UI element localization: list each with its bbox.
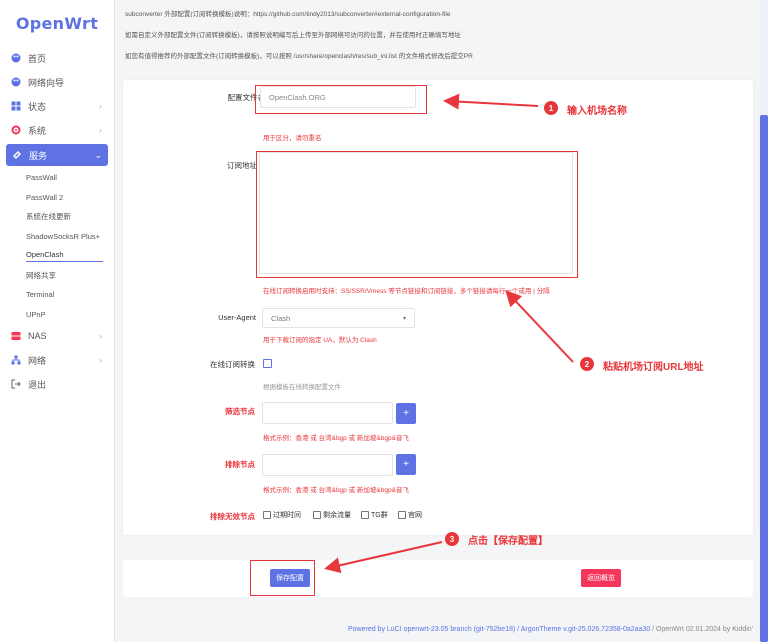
sub-url-label: 订阅地址 <box>227 161 257 170</box>
sidebar-sub-upnp[interactable]: UPnP <box>0 305 114 325</box>
highlight-config-name <box>255 85 427 114</box>
note-line: 如需自定义外部配置文件(订阅转换模板)，请按照说明编写后上传至外部网络可访问的位… <box>125 32 461 39</box>
sidebar-item-nas[interactable]: NAS › <box>0 324 114 348</box>
sidebar-sub-passwall2[interactable]: PassWall 2 <box>0 188 114 208</box>
checkbox[interactable] <box>263 511 271 519</box>
checkbox[interactable] <box>398 511 406 519</box>
exclude-input[interactable] <box>262 454 393 476</box>
online-convert-checkbox[interactable] <box>263 359 272 368</box>
exclude-hint: 格式示例：香港 或 台湾&bgp 或 新加坡&bgp&音飞 <box>263 487 409 494</box>
sidebar: OpenWrt 首页 网络向导 状态 › 系统 › 服务 ⌄ PassWall … <box>0 0 115 642</box>
step-badge-1: 1 <box>544 101 558 115</box>
grid-icon <box>10 100 22 112</box>
chevron-right-icon: › <box>99 101 102 111</box>
exclude-option-traffic[interactable]: 剩余流量 <box>313 510 351 520</box>
exclude-option-tg[interactable]: TG群 <box>361 510 388 520</box>
action-bar: 保存配置 返回概览 <box>123 560 753 597</box>
sidebar-item-home[interactable]: 首页 <box>0 46 114 70</box>
step-callout-2: 粘贴机场订阅URL地址 <box>603 362 704 373</box>
online-convert-label: 在线订阅转换 <box>210 360 255 369</box>
step-badge-2: 2 <box>580 357 594 371</box>
storage-icon <box>10 330 22 342</box>
logout-icon <box>10 378 22 390</box>
sidebar-item-services[interactable]: 服务 ⌄ <box>6 144 108 166</box>
link-icon <box>11 149 23 161</box>
sidebar-item-network[interactable]: 网络 › <box>0 348 114 372</box>
palette-icon <box>10 76 22 88</box>
add-filter-button[interactable]: + <box>396 403 416 424</box>
exclude-option-expire[interactable]: 过期时间 <box>263 510 301 520</box>
caret-down-icon: ▾ <box>402 315 406 322</box>
sidebar-item-logout[interactable]: 退出 <box>0 372 114 396</box>
step-callout-3: 点击【保存配置】 <box>468 536 548 547</box>
checkbox[interactable] <box>313 511 321 519</box>
gear-icon <box>10 124 22 136</box>
checkbox[interactable] <box>361 511 369 519</box>
sub-url-hint: 在线订阅转换启用时支持：SS/SSR/Vmess 等节点链接和订阅链接，多个链接… <box>263 288 550 295</box>
sidebar-nav: 首页 网络向导 状态 › 系统 › 服务 ⌄ <box>0 46 114 166</box>
sidebar-sub-ssr-plus[interactable]: ShadowSocksR Plus+ <box>0 227 114 247</box>
ua-select[interactable]: Clash ▾ <box>262 308 415 328</box>
main-content: subconverter 外部配置(订阅转换模板)说明：https://gith… <box>115 0 760 642</box>
scrollbar-thumb[interactable] <box>760 115 768 642</box>
chevron-right-icon: › <box>99 331 102 341</box>
config-form-card: 配置文件名 OpenClash.ORG 用于区分，请勿重名 订阅地址 在线订阅转… <box>123 80 753 535</box>
filter-hint: 格式示例：香港 或 台湾&bgp 或 新加坡&bgp&音飞 <box>263 435 409 442</box>
sidebar-item-network-wizard[interactable]: 网络向导 <box>0 70 114 94</box>
highlight-sub-url <box>256 151 578 278</box>
sidebar-sub-openclash[interactable]: OpenClash <box>0 246 114 266</box>
exclude-label: 排除节点 <box>225 460 255 469</box>
note-line: 如您有值得推荐的外部配置文件(订阅转换模板)，可以按照 /usr/share/o… <box>125 53 473 60</box>
exclude-option-website[interactable]: 官网 <box>398 510 422 520</box>
chevron-right-icon: › <box>99 355 102 365</box>
palette-icon <box>10 52 22 64</box>
sidebar-item-system[interactable]: 系统 › <box>0 118 114 142</box>
notes: subconverter 外部配置(订阅转换模板)说明：https://gith… <box>125 10 473 73</box>
note-line: subconverter 外部配置(订阅转换模板)说明：https://gith… <box>125 11 451 18</box>
sidebar-sub-network-share[interactable]: 网络共享 <box>0 266 114 286</box>
sidebar-nav-lower: NAS › 网络 › 退出 <box>0 324 114 396</box>
add-exclude-button[interactable]: + <box>396 454 416 475</box>
logo: OpenWrt <box>15 13 99 33</box>
config-name-hint: 用于区分，请勿重名 <box>263 135 322 142</box>
network-icon <box>10 354 22 366</box>
step-badge-3: 3 <box>445 532 459 546</box>
online-convert-hint: 根据模板在线转换配置文件 <box>263 384 341 391</box>
filter-input[interactable] <box>262 402 393 424</box>
footer: Powered by LuCI openwrt-23.05 branch (gi… <box>347 626 753 633</box>
chevron-down-icon: ⌄ <box>94 149 102 160</box>
sidebar-item-status[interactable]: 状态 › <box>0 94 114 118</box>
exclude-invalid-label: 排除无效节点 <box>210 512 255 521</box>
sidebar-sub-terminal[interactable]: Terminal <box>0 285 114 305</box>
ua-label: User-Agent <box>218 313 256 322</box>
back-overview-button[interactable]: 返回概览 <box>581 569 621 587</box>
ua-hint: 用于下载订阅的指定 UA，默认为 Clash <box>263 337 377 344</box>
services-submenu: PassWall PassWall 2 系统在线更新 ShadowSocksR … <box>0 168 114 324</box>
chevron-right-icon: › <box>99 125 102 135</box>
sidebar-sub-passwall[interactable]: PassWall <box>0 168 114 188</box>
step-callout-1: 输入机场名称 <box>567 106 627 117</box>
sidebar-sub-online-update[interactable]: 系统在线更新 <box>0 207 114 227</box>
config-name-label: 配置文件名 <box>227 93 266 102</box>
filter-label: 筛选节点 <box>225 407 255 416</box>
highlight-save-button <box>250 560 315 596</box>
